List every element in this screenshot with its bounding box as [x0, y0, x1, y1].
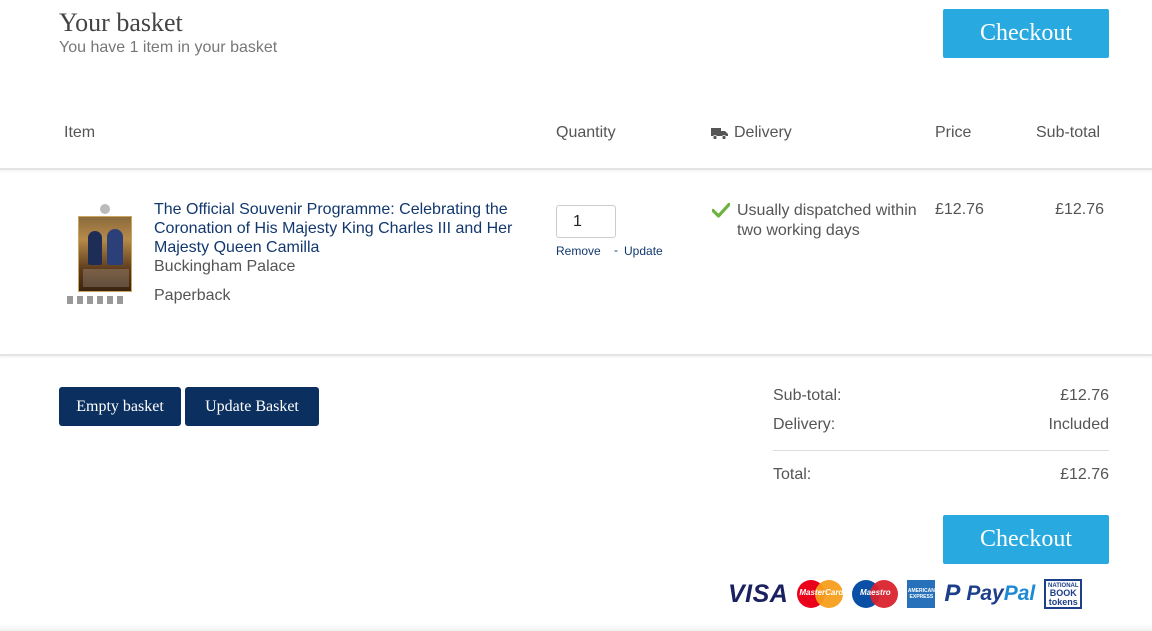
- link-separator: -: [614, 243, 618, 257]
- payment-methods: VISA MasterCard Maestro AMERICAN EXPRESS…: [728, 578, 1083, 610]
- page-title: Your basket: [59, 8, 183, 37]
- paypal-logo: P PayPal: [944, 580, 1036, 607]
- summary-delivery-label: Delivery:: [773, 416, 836, 433]
- visa-logo: VISA: [728, 579, 789, 608]
- dispatch-info: Usually dispatched within two working da…: [737, 202, 917, 239]
- book-tokens-logo: NATIONAL BOOK tokens: [1044, 579, 1083, 609]
- remove-link[interactable]: Remove: [556, 244, 601, 258]
- column-header-item: Item: [64, 124, 96, 141]
- column-header-price: Price: [935, 124, 972, 141]
- basket-count-text: You have 1 item in your basket: [59, 39, 278, 56]
- update-link[interactable]: Update: [624, 244, 663, 258]
- item-author: Buckingham Palace: [154, 258, 296, 275]
- row-divider: [0, 354, 1152, 356]
- update-basket-button[interactable]: Update Basket: [185, 387, 319, 426]
- item-subtotal: £12.76: [1055, 201, 1104, 218]
- summary-delivery-value: Included: [1048, 416, 1110, 433]
- empty-basket-button[interactable]: Empty basket: [59, 387, 181, 426]
- item-format: Paperback: [154, 287, 231, 304]
- mastercard-logo: MasterCard: [797, 579, 843, 609]
- column-header-subtotal: Sub-total: [1036, 124, 1101, 141]
- footer-edge: [0, 624, 1152, 631]
- summary-total-label: Total:: [773, 466, 812, 483]
- maestro-logo: Maestro: [852, 579, 899, 609]
- amex-logo: AMERICAN EXPRESS: [907, 580, 936, 608]
- summary-subtotal-value: £12.76: [1060, 387, 1109, 404]
- checkout-button-bottom[interactable]: Checkout: [943, 515, 1109, 564]
- header-divider: [0, 168, 1152, 170]
- item-price: £12.76: [935, 201, 984, 218]
- summary-subtotal-label: Sub-total:: [773, 387, 842, 404]
- crest-icon: [100, 204, 110, 214]
- check-icon: [712, 202, 730, 218]
- column-header-quantity: Quantity: [556, 124, 616, 141]
- publisher-logos: [67, 296, 127, 304]
- summary-divider: [773, 450, 1109, 451]
- item-title-link[interactable]: The Official Souvenir Programme: Celebra…: [154, 200, 514, 257]
- book-cover-image[interactable]: [65, 200, 145, 312]
- truck-icon: [711, 128, 728, 140]
- quantity-input[interactable]: [556, 205, 616, 238]
- checkout-button-top[interactable]: Checkout: [943, 9, 1109, 58]
- summary-total-value: £12.76: [1060, 466, 1109, 483]
- column-header-delivery: Delivery: [734, 124, 792, 141]
